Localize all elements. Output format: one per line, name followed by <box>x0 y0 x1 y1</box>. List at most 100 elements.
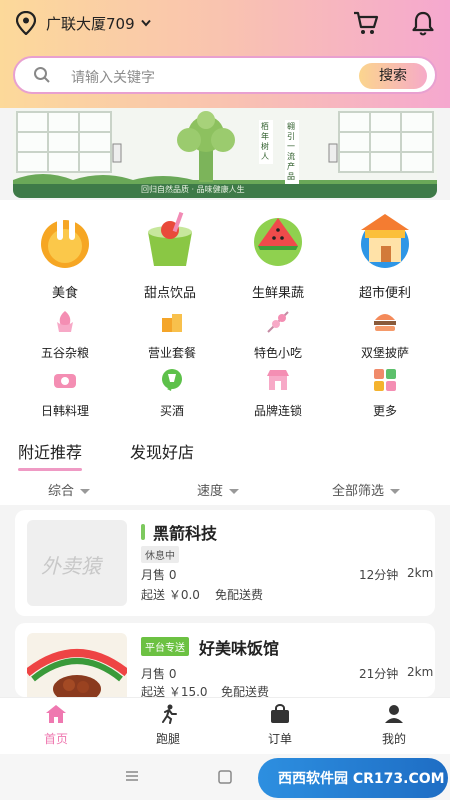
tab-label: 发现好店 <box>130 443 195 462</box>
category-brand[interactable]: 品牌连锁 <box>228 366 328 419</box>
bell-icon[interactable] <box>410 10 436 36</box>
banner-slogan: 回归自然品质 · 品味健康人生 <box>141 185 245 194</box>
caret-down-icon <box>390 489 401 494</box>
grid-more-icon <box>374 369 396 391</box>
location-label: 广联大厦709 <box>46 14 135 33</box>
delivery-time: 12分钟 <box>359 568 399 582</box>
category-label: 日韩料理 <box>40 404 89 418</box>
nav-label: 订单 <box>267 732 292 746</box>
monthly-sales: 月售 0 <box>141 568 177 582</box>
location-pin-icon <box>16 11 36 35</box>
search-bar[interactable]: 请输入关键字 搜索 <box>13 56 437 94</box>
banner-sign-left: 栢年树人 <box>259 120 273 164</box>
nav-orders[interactable]: 订单 <box>240 704 320 747</box>
category-sushi[interactable]: 日韩料理 <box>15 366 115 419</box>
home-square-icon[interactable] <box>218 770 232 784</box>
nav-label: 我的 <box>381 732 406 746</box>
menu-icon[interactable] <box>125 770 139 782</box>
dish-photo <box>27 633 127 697</box>
sort-label: 全部筛选 <box>332 484 385 499</box>
sort-speed[interactable]: 速度 <box>197 480 240 499</box>
distance: 2km <box>407 566 434 580</box>
category-label: 超市便利 <box>358 286 411 301</box>
store-thumbnail <box>27 633 127 697</box>
category-dessert[interactable]: 甜点饮品 <box>120 208 220 301</box>
category-burger[interactable]: 双堡披萨 <box>335 308 435 361</box>
category-grid: 美食 甜点饮品 生鲜果蔬 超市便利 五谷杂粮 营业套餐 特色小吃 双堡披萨 日韩… <box>0 200 450 425</box>
dessert-drink-icon <box>148 211 192 266</box>
category-label: 甜点饮品 <box>143 286 196 301</box>
category-market[interactable]: 超市便利 <box>335 208 435 301</box>
store-card[interactable]: 外卖猿 黑箭科技 休息中 月售 0 起送 ￥0.0 免配送费 12分钟 2km <box>15 510 435 616</box>
category-food[interactable]: 美食 <box>15 208 115 301</box>
nav-label: 跑腿 <box>155 732 180 746</box>
category-label: 双堡披萨 <box>360 346 409 360</box>
chevron-down-icon <box>140 19 151 27</box>
category-grain[interactable]: 五谷杂粮 <box>15 308 115 361</box>
store-icon <box>361 214 409 268</box>
user-icon <box>385 705 403 723</box>
promo-banner[interactable]: 栢年树人 翱引一流产品 回归自然品质 · 品味健康人生 <box>13 108 437 198</box>
category-label: 五谷杂粮 <box>40 346 89 360</box>
active-tab-underline <box>18 468 83 471</box>
banner-sign-right: 翱引一流产品 <box>285 120 299 184</box>
nav-home[interactable]: 首页 <box>16 704 96 747</box>
nav-errand[interactable]: 跑腿 <box>128 704 208 747</box>
category-label: 更多 <box>372 404 397 418</box>
category-label: 美食 <box>51 286 78 301</box>
monthly-sales: 月售 0 <box>141 667 177 681</box>
delivery-fee: 免配送费 <box>215 588 264 602</box>
sushi-icon <box>54 374 76 388</box>
store-thumbnail: 外卖猿 <box>27 520 127 606</box>
distance: 2km <box>407 665 434 679</box>
category-more[interactable]: 更多 <box>335 366 435 419</box>
tab-nearby[interactable]: 附近推荐 <box>18 439 83 471</box>
category-combo[interactable]: 营业套餐 <box>122 308 222 361</box>
system-nav-bar: 西西软件园 CR173.COM <box>0 754 450 800</box>
min-order: 起送 ￥0.0 <box>141 588 200 602</box>
location-selector[interactable]: 广联大厦709 <box>16 10 151 36</box>
cart-icon[interactable] <box>353 10 379 36</box>
grain-icon <box>57 311 73 332</box>
search-icon <box>34 67 50 83</box>
sort-label: 速度 <box>197 484 224 499</box>
category-wine[interactable]: 买酒 <box>122 366 222 419</box>
tab-discover[interactable]: 发现好店 <box>130 439 194 463</box>
category-label: 特色小吃 <box>253 346 302 360</box>
wine-icon <box>162 369 182 391</box>
category-label: 买酒 <box>159 404 184 418</box>
brand-shop-icon <box>267 370 289 390</box>
burger-icon <box>374 314 396 331</box>
delivery-fee: 免配送费 <box>221 685 270 697</box>
skewer-icon <box>267 311 289 333</box>
status-badge: 休息中 <box>141 546 179 563</box>
watermark-text: 西西软件园 CR173.COM <box>278 771 445 787</box>
category-label: 品牌连锁 <box>253 404 302 418</box>
platform-delivery-badge: 平台专送 <box>141 637 189 656</box>
watermark-logo: 西西软件园 CR173.COM <box>258 758 448 798</box>
search-input[interactable]: 请输入关键字 <box>71 67 155 87</box>
thumbnail-logo-text: 外卖猿 <box>41 554 101 578</box>
nav-label: 首页 <box>43 732 68 746</box>
nav-profile[interactable]: 我的 <box>354 704 434 747</box>
store-tabs: 附近推荐 发现好店 综合 速度 全部筛选 <box>0 425 450 505</box>
food-icon <box>41 214 89 268</box>
category-label: 生鲜果蔬 <box>251 286 304 301</box>
tab-label: 附近推荐 <box>18 443 83 462</box>
category-snack[interactable]: 特色小吃 <box>228 308 328 361</box>
bag-icon <box>271 704 289 723</box>
store-card[interactable]: 平台专送 好美味饭馆 月售 0 起送 ￥15.0 免配送费 21分钟 2km <box>15 623 435 697</box>
home-icon <box>46 705 66 723</box>
min-order: 起送 ￥15.0 <box>141 685 208 697</box>
watermelon-icon <box>254 218 302 266</box>
sort-label: 综合 <box>48 484 75 499</box>
delivery-time: 21分钟 <box>359 667 399 681</box>
category-fresh[interactable]: 生鲜果蔬 <box>228 208 328 301</box>
caret-down-icon <box>229 489 240 494</box>
sort-filter[interactable]: 全部筛选 <box>332 480 401 499</box>
combo-icon <box>162 314 182 332</box>
header: 广联大厦709 请输入关键字 搜索 <box>0 0 450 108</box>
search-button[interactable]: 搜索 <box>359 63 427 89</box>
sort-general[interactable]: 综合 <box>48 480 91 499</box>
store-name: 好美味饭馆 <box>199 639 280 658</box>
